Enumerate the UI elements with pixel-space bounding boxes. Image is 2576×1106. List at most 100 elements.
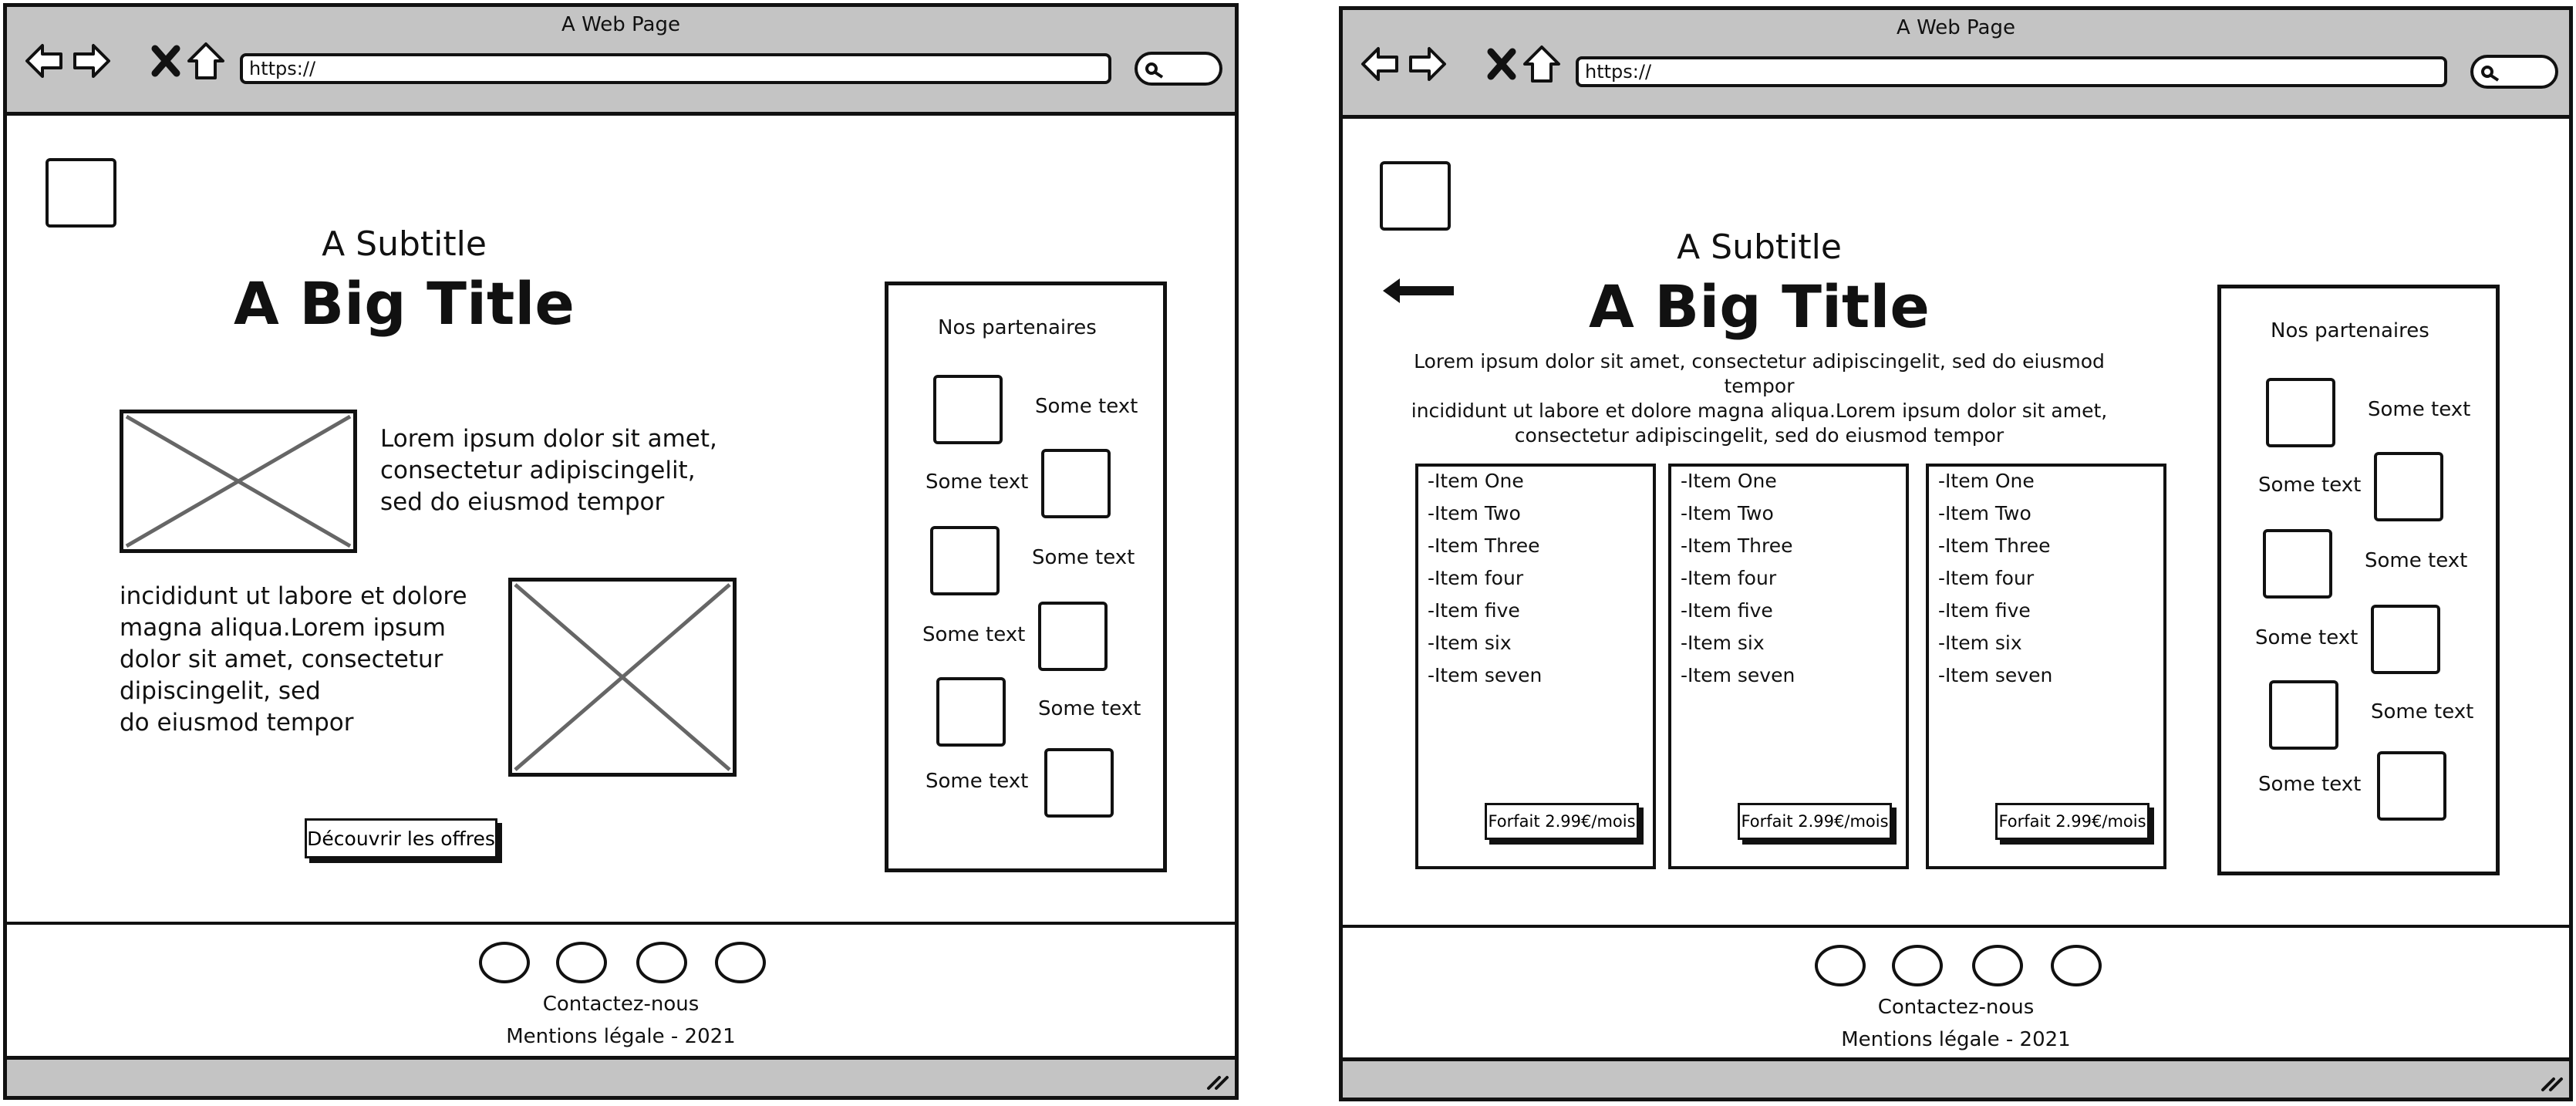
partner-logo[interactable] [1041, 449, 1111, 518]
list-item: -Item five [1938, 599, 2031, 622]
list-item: -Item six [1938, 632, 2022, 654]
close-x-icon[interactable] [143, 38, 189, 84]
partner-logo[interactable] [1044, 748, 1114, 818]
forward-arrow-icon[interactable] [1404, 41, 1451, 87]
text-line: consectetur adipiscingelit, sed do eiusm… [1514, 424, 2004, 447]
plan-subscribe-button[interactable]: Forfait 2.99€/mois [1485, 803, 1639, 840]
window-title: A Web Page [561, 13, 680, 36]
logo-placeholder[interactable] [1380, 161, 1451, 231]
intro-text: Lorem ipsum dolor sit amet, consectetur … [1389, 349, 2129, 448]
resize-grip-icon[interactable] [2540, 1071, 2564, 1093]
partner-logo[interactable] [936, 677, 1006, 747]
list-item: -Item One [1681, 470, 1777, 492]
image-placeholder [508, 578, 737, 777]
partner-logo[interactable] [2266, 378, 2335, 447]
partner-text: Some text [2258, 474, 2362, 497]
list-item: -Item four [1428, 567, 1524, 589]
partners-title: Nos partenaires [2271, 319, 2429, 342]
list-item: -Item One [1938, 470, 2035, 492]
intro-text: Lorem ipsum dolor sit amet, consectetur … [380, 423, 717, 518]
partner-logo[interactable] [2269, 680, 2338, 750]
text-line: Lorem ipsum dolor sit amet, [380, 425, 717, 453]
partners-panel: Nos partenaires Some text Some text Some… [2217, 285, 2500, 875]
social-icon[interactable] [556, 942, 607, 983]
search-button[interactable] [1135, 52, 1222, 86]
url-input[interactable]: https:// [1576, 56, 2447, 87]
social-icon[interactable] [1972, 945, 2023, 986]
resize-grip-icon[interactable] [1205, 1070, 1230, 1091]
home-icon[interactable] [183, 38, 229, 84]
partner-text: Some text [1032, 546, 1135, 569]
text-line: do eiusmod tempor [120, 709, 354, 737]
social-icon[interactable] [636, 942, 687, 983]
page-title: A Big Title [1589, 272, 1930, 341]
partner-logo[interactable] [2263, 529, 2332, 599]
page-title: A Big Title [234, 269, 575, 338]
forward-arrow-icon[interactable] [69, 38, 115, 84]
partner-text: Some text [2368, 398, 2471, 421]
partner-text: Some text [2258, 773, 2362, 796]
browser-titlebar: A Web Page https:// [7, 7, 1235, 116]
partner-text: Some text [1035, 395, 1138, 418]
home-icon[interactable] [1519, 41, 1565, 87]
text-line: dolor sit amet, consectetur [120, 646, 443, 673]
list-item: -Item four [1681, 567, 1777, 589]
close-x-icon[interactable] [1479, 41, 1525, 87]
list-item: -Item One [1428, 470, 1524, 492]
contact-link[interactable]: Contactez-nous [1343, 996, 2569, 1019]
partner-text: Some text [926, 470, 1029, 494]
partner-logo[interactable] [933, 375, 1003, 444]
text-line: consectetur adipiscingelit, [380, 457, 696, 484]
social-icon[interactable] [1815, 945, 1866, 986]
text-line: dipiscingelit, sed [120, 677, 321, 705]
partner-text: Some text [2365, 549, 2468, 572]
social-icon[interactable] [479, 942, 530, 983]
browser-window-right: A Web Page https:// A Subtitle A Big Tit… [1339, 6, 2573, 1101]
partner-text: Some text [2255, 626, 2359, 649]
social-icon[interactable] [2051, 945, 2102, 986]
text-line: incididunt ut labore et dolore [120, 582, 467, 610]
social-icon[interactable] [715, 942, 766, 983]
list-item: -Item four [1938, 567, 2035, 589]
plan-card: -Item One -Item Two -Item Three -Item fo… [1415, 464, 1656, 869]
list-item: -Item five [1681, 599, 1773, 622]
search-button[interactable] [2470, 55, 2558, 89]
legal-link[interactable]: Mentions légale - 2021 [1343, 1028, 2569, 1051]
plan-subscribe-button[interactable]: Forfait 2.99€/mois [1738, 803, 1892, 840]
list-item: -Item seven [1428, 664, 1543, 686]
legal-link[interactable]: Mentions légale - 2021 [7, 1025, 1235, 1048]
partner-logo[interactable] [2371, 605, 2440, 674]
plan-card: -Item One -Item Two -Item Three -Item fo… [1926, 464, 2166, 869]
text-line: sed do eiusmod tempor [380, 488, 665, 516]
logo-placeholder[interactable] [46, 158, 116, 228]
back-arrow-icon[interactable] [1357, 41, 1403, 87]
partners-panel: Nos partenaires Some text Some text Some… [885, 282, 1167, 872]
browser-titlebar: A Web Page https:// [1343, 10, 2569, 119]
partner-logo[interactable] [2377, 751, 2446, 821]
social-icon[interactable] [1892, 945, 1943, 986]
discover-offers-button[interactable]: Découvrir les offres [305, 818, 497, 858]
back-arrow-icon[interactable] [21, 38, 67, 84]
text-line: Lorem ipsum dolor sit amet, consectetur … [1414, 350, 2105, 397]
body-text: incididunt ut labore et dolore magna ali… [120, 581, 467, 739]
list-item: -Item six [1681, 632, 1765, 654]
image-placeholder [120, 410, 357, 553]
search-icon [2481, 66, 2500, 82]
browser-statusbar [1343, 1057, 2569, 1098]
list-item: -Item five [1428, 599, 1520, 622]
page-subtitle: A Subtitle [1677, 228, 1842, 267]
list-item: -Item seven [1938, 664, 2053, 686]
browser-statusbar [7, 1056, 1235, 1096]
partner-logo[interactable] [930, 526, 1000, 595]
partner-logo[interactable] [1038, 602, 1108, 671]
back-arrow-icon[interactable] [1381, 275, 1455, 306]
browser-window-left: A Web Page https:// A Subtitle A Big Tit… [3, 3, 1239, 1100]
partners-title: Nos partenaires [938, 316, 1097, 339]
partner-logo[interactable] [2374, 452, 2443, 521]
contact-link[interactable]: Contactez-nous [7, 993, 1235, 1016]
partner-text: Some text [2371, 700, 2474, 723]
plan-subscribe-button[interactable]: Forfait 2.99€/mois [1995, 803, 2149, 840]
url-input[interactable]: https:// [240, 53, 1111, 84]
plan-card: -Item One -Item Two -Item Three -Item fo… [1668, 464, 1909, 869]
page-subtitle: A Subtitle [322, 224, 487, 264]
